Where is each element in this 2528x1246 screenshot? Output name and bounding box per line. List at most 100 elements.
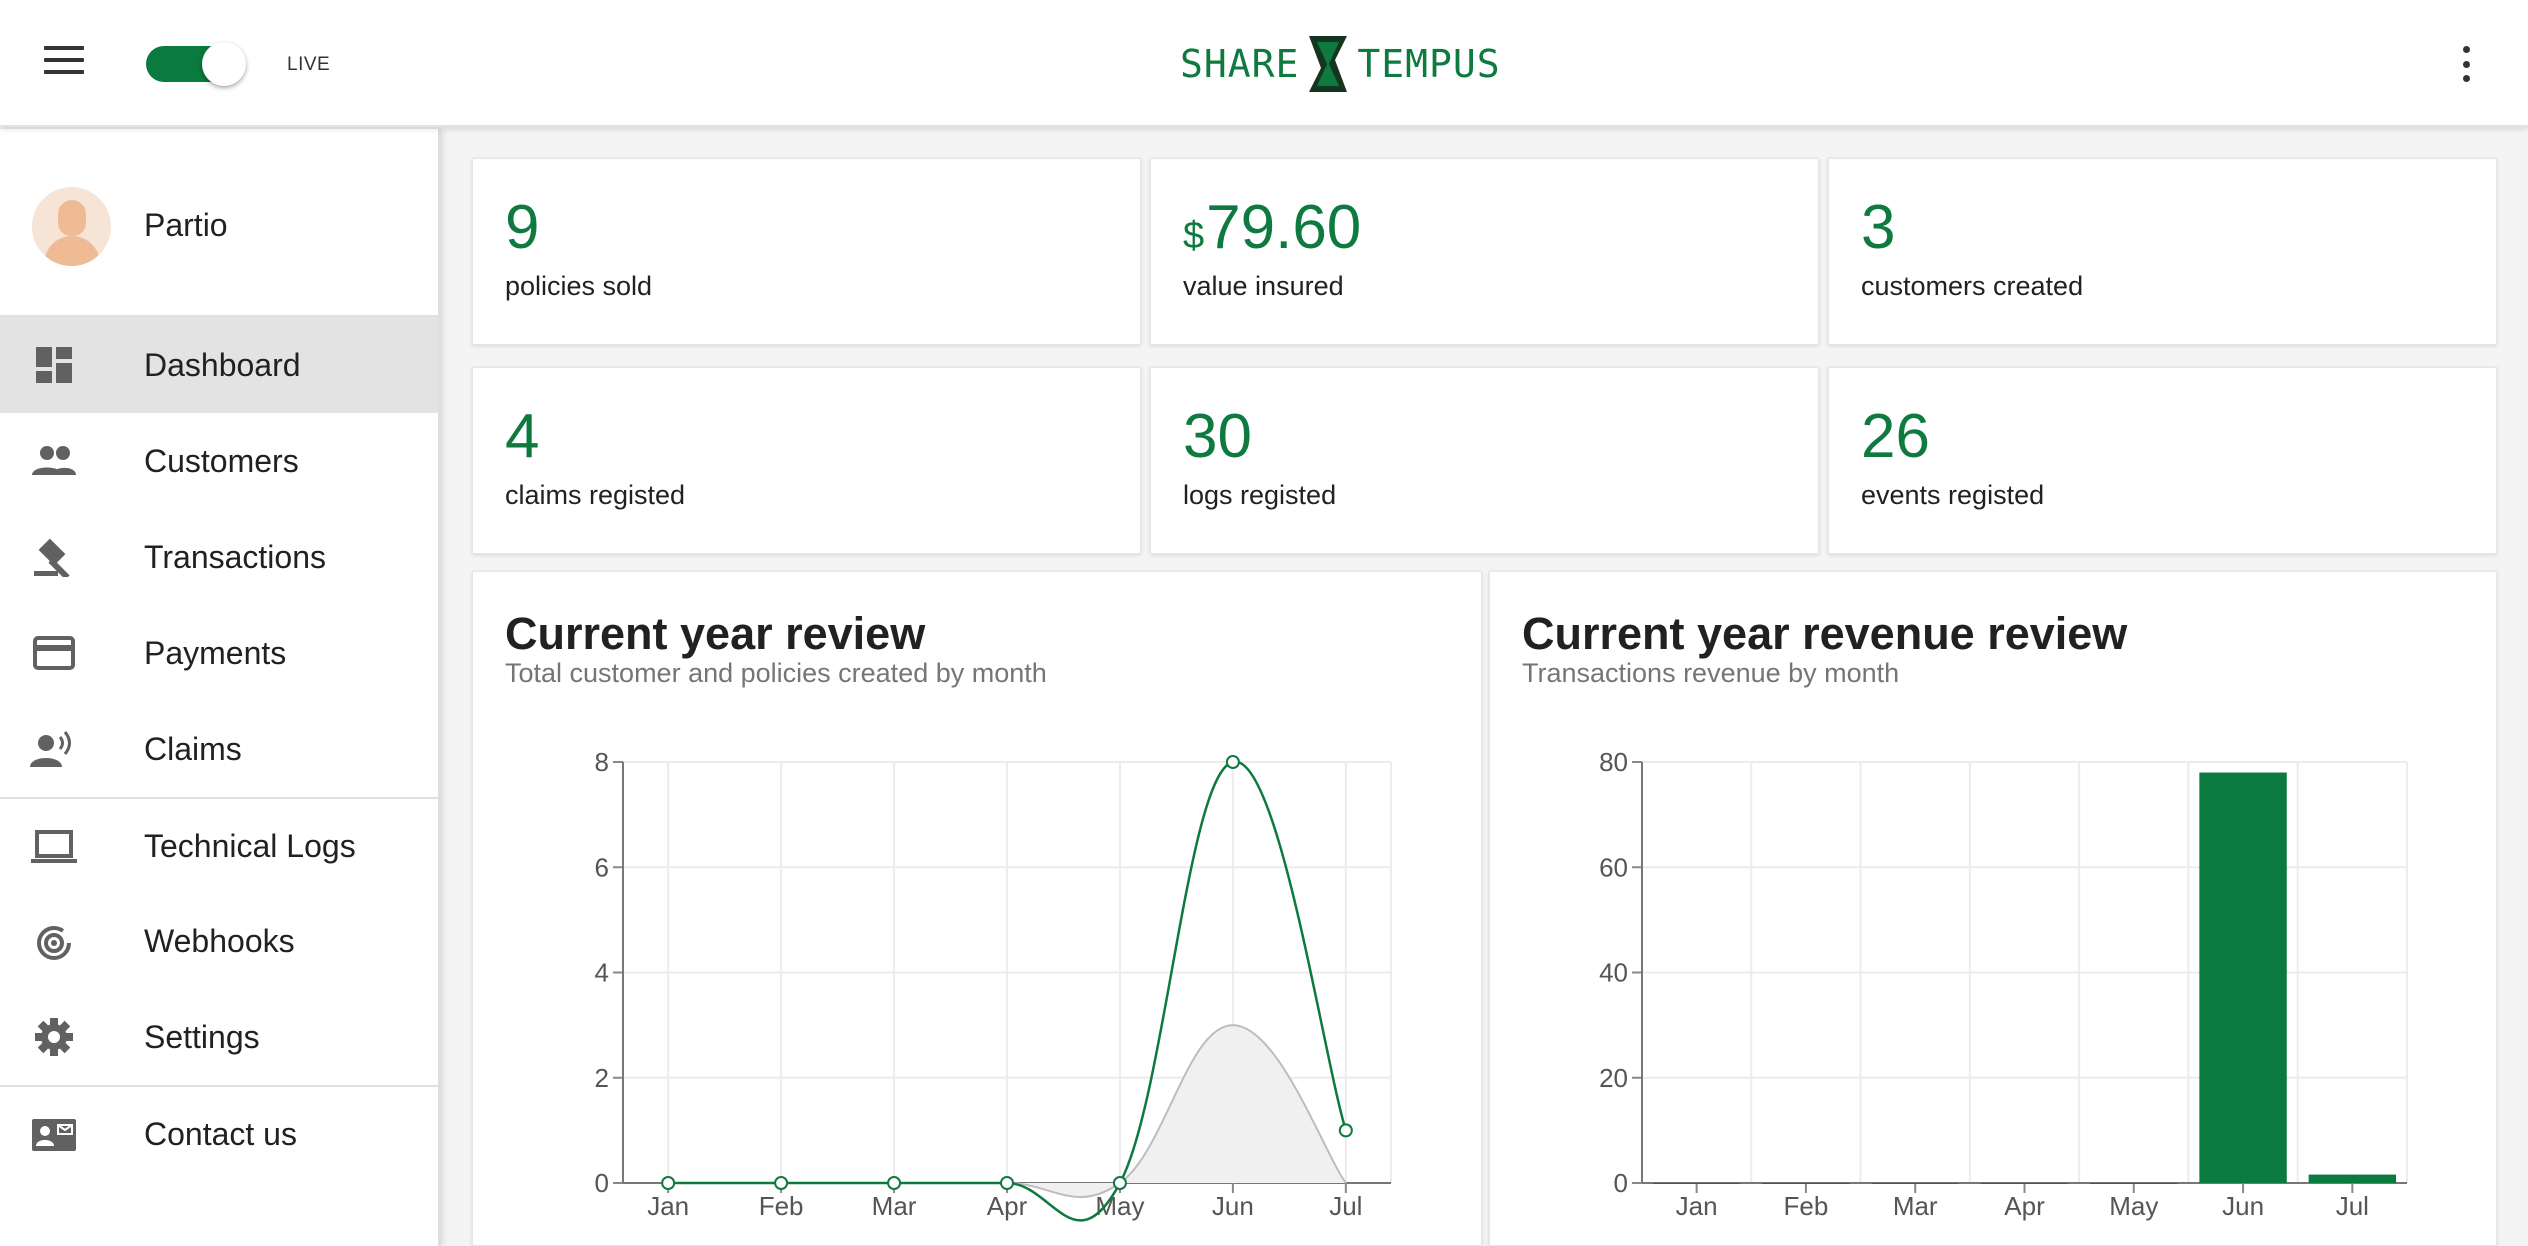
bar xyxy=(1871,1183,1959,1184)
x-tick-label: Jul xyxy=(1329,1191,1362,1221)
x-tick-label: Apr xyxy=(987,1191,1028,1221)
sidebar-item-payments[interactable]: Payments xyxy=(0,605,438,701)
stat-label: logs registed xyxy=(1183,480,1337,510)
y-tick-label: 40 xyxy=(1599,958,1628,988)
stat-value: 30 xyxy=(1183,402,1252,471)
stat-label: value insured xyxy=(1183,271,1344,301)
gavel-icon xyxy=(34,538,70,577)
y-tick-label: 80 xyxy=(1599,747,1628,777)
data-point xyxy=(774,1176,789,1190)
hourglass-logo-icon xyxy=(1309,36,1348,92)
stat-card-logs-registed: 30 logs registed xyxy=(1150,367,1819,554)
sidebar-item-label: Payments xyxy=(144,634,287,671)
top-app-bar: LIVE SHARE TEMPUS xyxy=(0,0,2528,127)
data-point xyxy=(1225,755,1240,769)
webhook-icon xyxy=(37,926,71,960)
sidebar-item-claims[interactable]: Claims xyxy=(0,701,438,797)
y-tick-label: 0 xyxy=(595,1168,609,1198)
bar xyxy=(2308,1174,2397,1183)
sidebar: Partio Dashboard Customers Transactions … xyxy=(0,129,441,1246)
stat-label: events registed xyxy=(1861,480,2045,510)
sidebar-item-transactions[interactable]: Transactions xyxy=(0,509,438,605)
y-tick-label: 0 xyxy=(1614,1168,1628,1198)
x-tick-label: Jul xyxy=(2336,1191,2369,1221)
live-label: LIVE xyxy=(287,54,331,75)
y-tick-label: 8 xyxy=(595,747,609,777)
x-tick-label: Mar xyxy=(1893,1191,1938,1221)
stat-value: 4 xyxy=(505,402,540,471)
stat-card-claims-registed: 4 claims registed xyxy=(472,367,1141,554)
live-toggle[interactable] xyxy=(144,42,248,86)
stat-label: policies sold xyxy=(505,271,653,301)
stat-card-value-insured: $79.60 value insured xyxy=(1150,158,1819,345)
stat-label: claims registed xyxy=(505,480,686,510)
sidebar-item-settings[interactable]: Settings xyxy=(0,989,438,1085)
chart-card-revenue-review: Current year revenue review Transactions… xyxy=(1489,571,2497,1246)
x-tick-label: Feb xyxy=(759,1191,804,1221)
more-vert-icon[interactable] xyxy=(2452,42,2480,86)
data-point xyxy=(1000,1176,1014,1190)
stat-value: 26 xyxy=(1861,402,1930,471)
logo-text-tempus: TEMPUS xyxy=(1357,42,1501,86)
data-point xyxy=(661,1176,676,1190)
sidebar-item-label: Settings xyxy=(144,1018,260,1055)
credit-card-icon xyxy=(33,636,75,670)
app-logo: SHARE TEMPUS xyxy=(1180,34,1501,94)
stat-card-events-registed: 26 events registed xyxy=(1828,367,2497,554)
sidebar-item-label: Webhooks xyxy=(144,922,295,959)
y-tick-label: 4 xyxy=(595,958,609,988)
x-tick-label: Feb xyxy=(1784,1191,1829,1221)
y-tick-label: 60 xyxy=(1599,852,1628,882)
sidebar-item-label: Transactions xyxy=(144,538,326,575)
x-tick-label: May xyxy=(2109,1191,2158,1221)
sidebar-item-label: Contact us xyxy=(144,1115,297,1152)
data-point xyxy=(887,1176,902,1190)
stat-value: $79.60 xyxy=(1183,197,1361,259)
x-tick-label: Jan xyxy=(647,1191,689,1221)
bar xyxy=(2199,772,2287,1183)
currency-symbol: $ xyxy=(1183,215,1205,257)
y-tick-label: 20 xyxy=(1599,1063,1628,1093)
logo-text-share: SHARE xyxy=(1180,42,1300,86)
stat-card-customers-created: 3 customers created xyxy=(1828,158,2497,345)
stat-label: customers created xyxy=(1861,271,2084,301)
y-tick-label: 2 xyxy=(595,1063,609,1093)
x-tick-label: May xyxy=(1095,1191,1144,1221)
data-point xyxy=(1112,1176,1127,1190)
sidebar-item-label: Claims xyxy=(144,730,242,767)
bar xyxy=(2090,1183,2178,1184)
bar xyxy=(1980,1183,2069,1184)
sidebar-item-label: Customers xyxy=(144,442,299,479)
chart-card-year-review: Current year review Total customer and p… xyxy=(472,571,1482,1246)
menu-icon[interactable] xyxy=(44,46,84,78)
sidebar-item-customers[interactable]: Customers xyxy=(0,413,438,509)
user-name: Partio xyxy=(144,207,228,243)
sidebar-item-technical-logs[interactable]: Technical Logs xyxy=(0,797,438,893)
x-tick-label: Jun xyxy=(1212,1191,1254,1221)
sidebar-item-label: Dashboard xyxy=(144,346,301,383)
gear-icon xyxy=(35,1018,73,1056)
sidebar-item-contact-us[interactable]: Contact us xyxy=(0,1085,438,1181)
x-tick-label: Jun xyxy=(2222,1191,2264,1221)
user-profile[interactable]: Partio xyxy=(0,129,438,317)
bar-chart: 0 20 40 60 80 Jan Feb Mar Apr May Jun Jul xyxy=(1599,747,2408,1221)
stat-value: 3 xyxy=(1861,193,1896,262)
x-tick-label: Mar xyxy=(872,1191,917,1221)
x-tick-label: Apr xyxy=(2004,1191,2045,1221)
people-icon xyxy=(32,446,76,475)
avatar xyxy=(32,187,111,266)
data-point xyxy=(1338,1123,1353,1138)
bar xyxy=(1652,1183,1741,1184)
line-area-chart: 0 2 4 6 8 Jan Feb Mar Apr May Jun Jul xyxy=(595,747,1392,1222)
stat-value: 9 xyxy=(505,193,540,262)
toggle-knob xyxy=(202,42,246,86)
sidebar-item-dashboard[interactable]: Dashboard xyxy=(0,317,438,413)
y-tick-label: 6 xyxy=(595,852,609,882)
stat-card-policies-sold: 9 policies sold xyxy=(472,158,1141,345)
contact-mail-icon xyxy=(32,1119,76,1151)
record-voice-icon xyxy=(30,731,71,767)
stat-number: 79.60 xyxy=(1206,193,1362,262)
laptop-icon xyxy=(31,830,77,863)
dashboard-icon xyxy=(36,347,72,383)
sidebar-item-webhooks[interactable]: Webhooks xyxy=(0,893,438,989)
